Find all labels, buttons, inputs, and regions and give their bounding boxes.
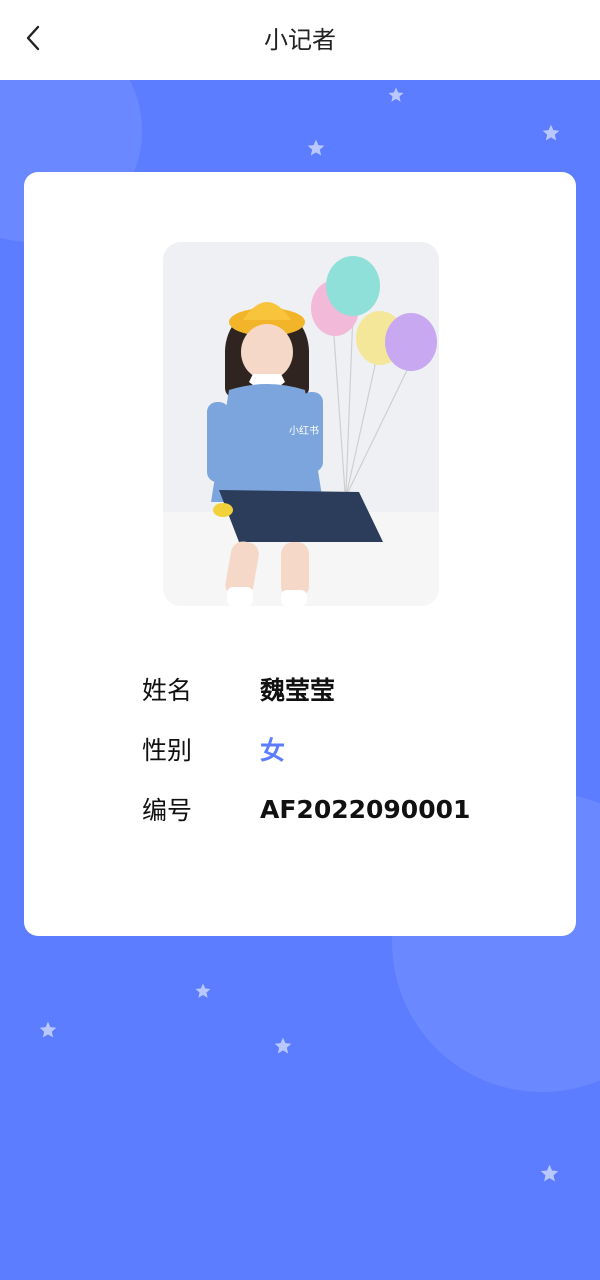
student-photo: 小红书 (163, 242, 439, 606)
top-bar: 小记者 (0, 0, 600, 80)
star-icon (541, 123, 561, 143)
svg-text:小红书: 小红书 (289, 424, 319, 437)
star-icon (539, 1163, 560, 1184)
page-title: 小记者 (264, 26, 336, 54)
name-value: 魏莹莹 (260, 676, 336, 705)
name-label: 姓名 (142, 676, 193, 705)
star-icon (38, 1020, 58, 1040)
star-icon (306, 138, 326, 158)
info-row-id: 编号 AF2022090001 (142, 784, 542, 834)
star-icon (194, 982, 212, 1000)
id-label: 编号 (142, 796, 193, 825)
id-value: AF2022090001 (260, 794, 471, 824)
star-icon (273, 1036, 293, 1056)
info-row-gender: 性别 女 (142, 724, 542, 774)
gender-value: 女 (260, 736, 286, 765)
star-icon (387, 86, 405, 104)
reporter-card: 小红书 姓名 魏莹莹 性别 女 编号 AF2022090001 (24, 172, 576, 936)
info-row-name: 姓名 魏莹莹 (142, 664, 542, 714)
gender-label: 性别 (142, 736, 193, 765)
